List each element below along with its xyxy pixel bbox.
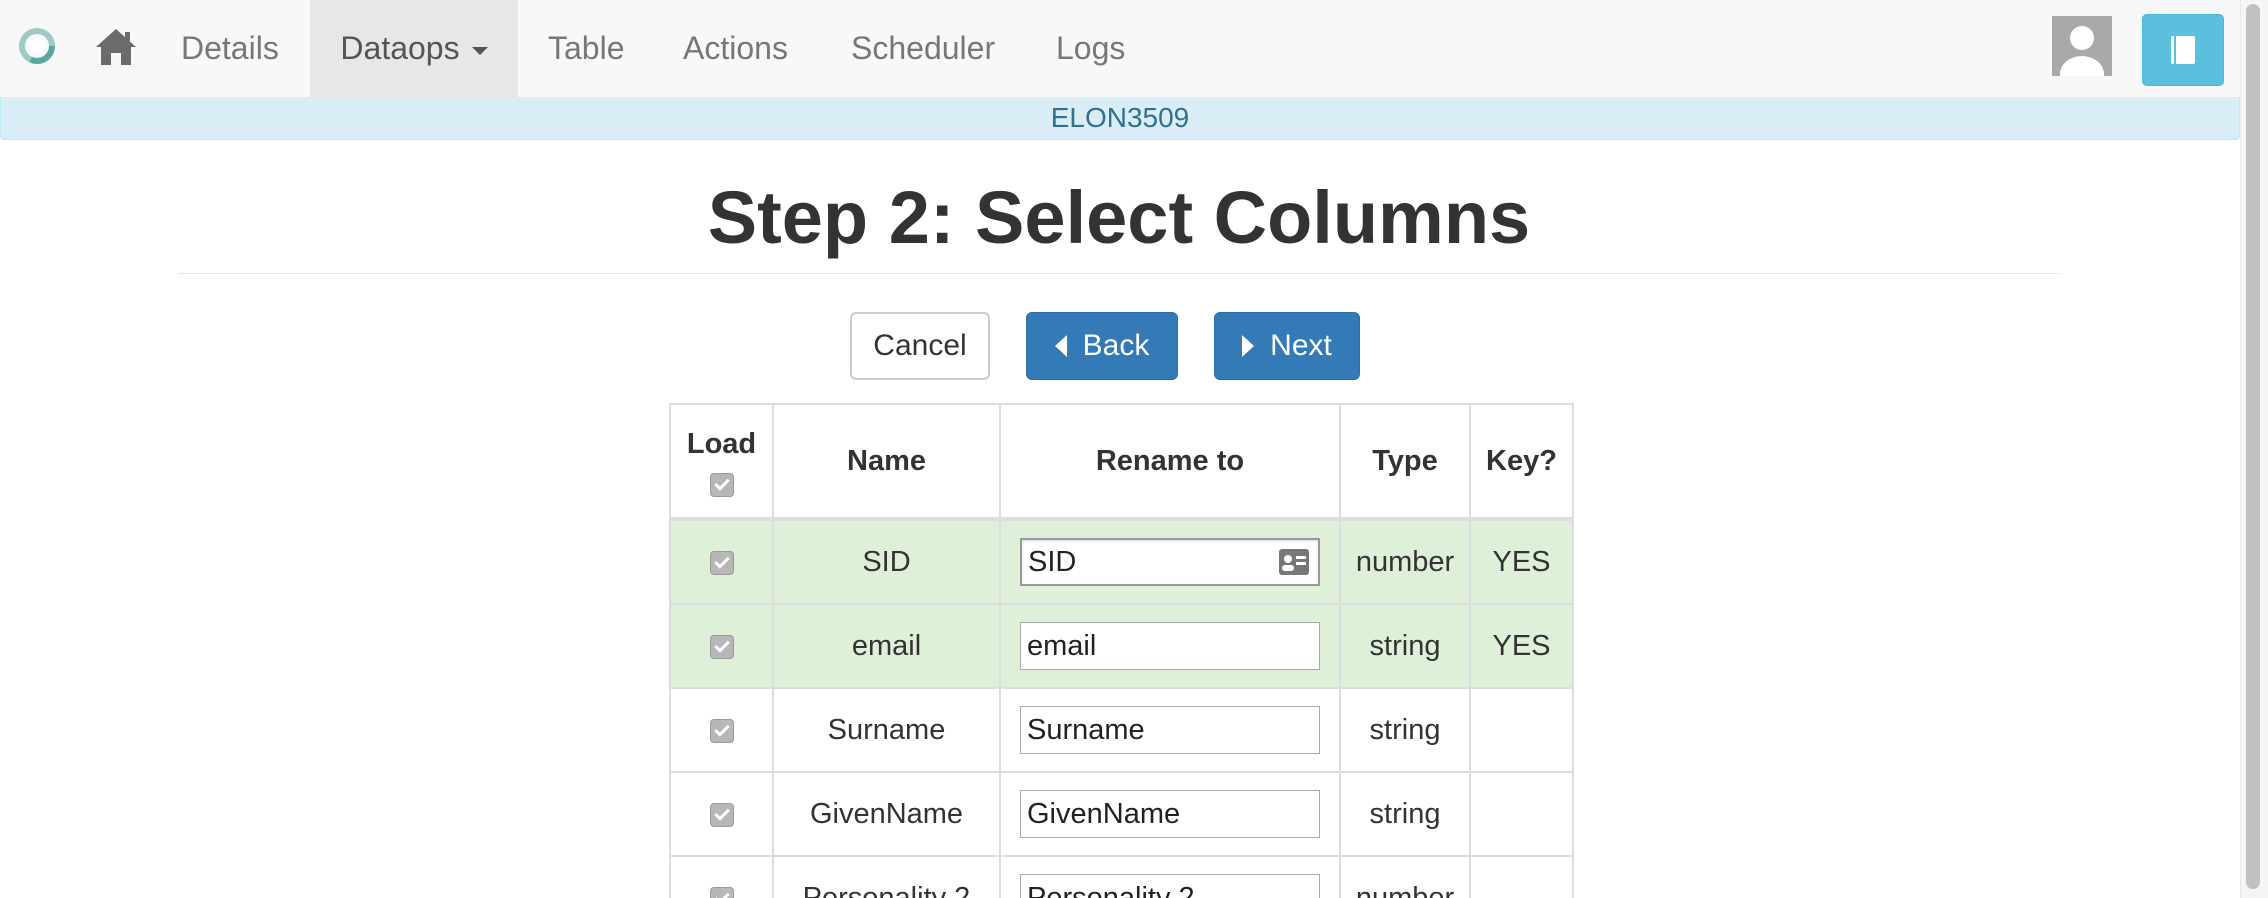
type-header: Type	[1339, 403, 1471, 520]
book-icon	[2171, 36, 2195, 64]
cancel-label: Cancel	[873, 329, 967, 362]
workflow-name: ELON3509	[1050, 102, 1190, 133]
column-key	[1469, 855, 1574, 898]
rename-field[interactable]	[1020, 538, 1320, 586]
column-type: number	[1339, 855, 1471, 898]
load-header-label: Load	[686, 427, 757, 460]
columns-table: Load Name Rename to Type Key? SID SID nu…	[669, 403, 1574, 898]
nav-details-label: Details	[181, 30, 279, 66]
column-name: Personality 2	[772, 855, 1001, 898]
next-button[interactable]: Next	[1214, 312, 1360, 380]
nav-logs-label: Logs	[1056, 30, 1126, 66]
back-label: Back	[1082, 329, 1150, 362]
column-name: GivenName	[772, 771, 1001, 857]
workflow-name-bar: ELON3509	[0, 97, 2240, 140]
page-scrollbar-thumb[interactable]	[2246, 4, 2260, 889]
nav-dataops-label: Dataops	[340, 30, 460, 66]
column-key: YES	[1469, 603, 1574, 689]
load-checkbox[interactable]	[709, 802, 734, 827]
home-icon	[96, 29, 136, 65]
back-button[interactable]: Back	[1026, 312, 1178, 380]
rename-header: Rename to	[999, 403, 1341, 520]
next-label: Next	[1270, 329, 1332, 362]
table-row: SID number YES	[669, 518, 1574, 605]
user-avatar-icon	[2060, 26, 2104, 76]
brand-logo-icon[interactable]	[18, 27, 56, 65]
column-type: string	[1339, 687, 1471, 773]
title-divider	[178, 273, 2060, 274]
load-checkbox[interactable]	[709, 634, 734, 659]
nav-table-label: Table	[548, 30, 625, 66]
triangle-left-icon	[1054, 335, 1067, 357]
nav-dataops-dropdown[interactable]: Dataops	[310, 0, 518, 97]
name-header: Name	[772, 403, 1001, 520]
load-checkbox[interactable]	[709, 718, 734, 743]
triangle-right-icon	[1242, 335, 1255, 357]
column-key: YES	[1469, 518, 1574, 605]
rename-field[interactable]	[1020, 874, 1320, 898]
rename-field[interactable]	[1020, 622, 1320, 670]
nav-actions-label: Actions	[683, 30, 788, 66]
select-all-checkbox[interactable]	[709, 472, 734, 497]
caret-down-icon	[471, 46, 488, 55]
load-header: Load	[669, 403, 774, 520]
column-key	[1469, 687, 1574, 773]
column-type: string	[1339, 603, 1471, 689]
nav-scheduler-label: Scheduler	[851, 30, 996, 66]
nav-table[interactable]: Table	[548, 0, 625, 97]
column-key	[1469, 771, 1574, 857]
user-avatar[interactable]	[2052, 16, 2112, 76]
column-type: string	[1339, 771, 1471, 857]
rename-field[interactable]	[1020, 790, 1320, 838]
column-name: SID	[772, 518, 1001, 605]
load-checkbox[interactable]	[709, 550, 734, 575]
nav-logs[interactable]: Logs	[1056, 0, 1125, 97]
column-name: email	[772, 603, 1001, 689]
column-name: Surname	[772, 687, 1001, 773]
nav-actions[interactable]: Actions	[683, 0, 788, 97]
contact-card-icon[interactable]	[1278, 548, 1310, 576]
page-title: Step 2: Select Columns	[707, 176, 1531, 259]
table-row: Personality 2 number	[669, 855, 1574, 898]
documentation-button[interactable]	[2142, 14, 2224, 86]
table-row: Surname string	[669, 687, 1574, 773]
table-header-row: Load Name Rename to Type Key?	[669, 403, 1574, 520]
table-row: email string YES	[669, 603, 1574, 689]
table-row: GivenName string	[669, 771, 1574, 857]
home-link[interactable]	[92, 20, 140, 74]
rename-field[interactable]	[1020, 706, 1320, 754]
cancel-button[interactable]: Cancel	[850, 312, 990, 380]
column-type: number	[1339, 518, 1471, 605]
key-header: Key?	[1469, 403, 1574, 520]
load-checkbox[interactable]	[709, 886, 734, 898]
page: Details Dataops Table Actions Scheduler …	[0, 0, 2268, 898]
top-navbar: Details Dataops Table Actions Scheduler …	[0, 0, 2240, 98]
nav-details[interactable]: Details	[181, 0, 279, 97]
nav-scheduler[interactable]: Scheduler	[851, 0, 995, 97]
